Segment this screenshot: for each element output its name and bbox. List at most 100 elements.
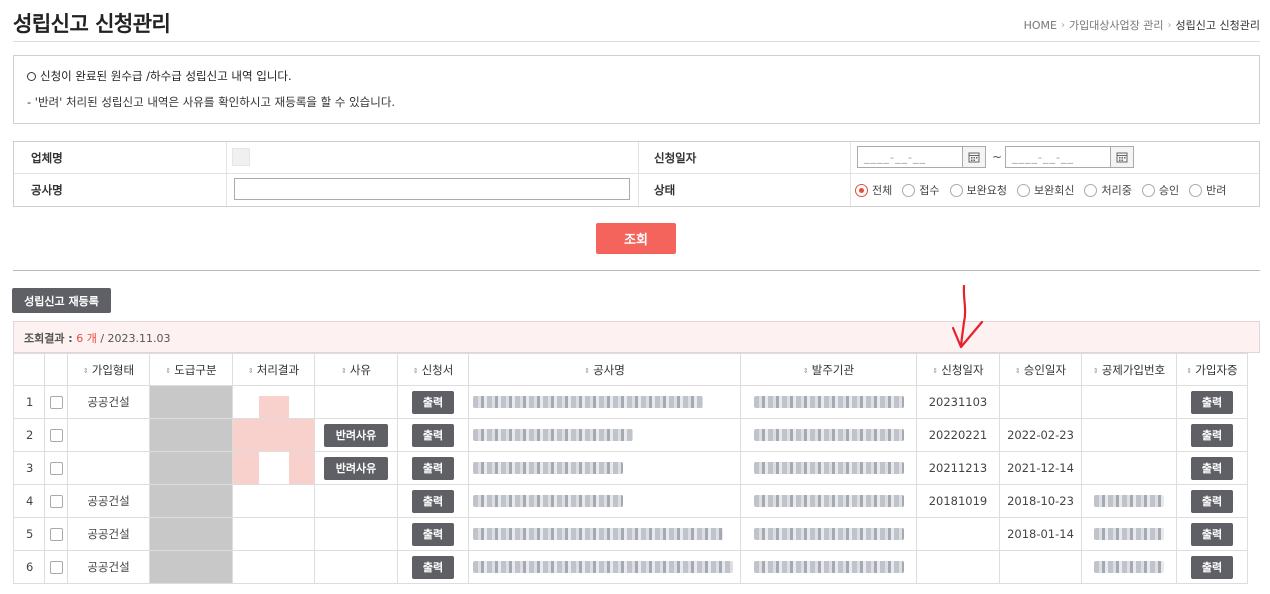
cell-result	[232, 451, 315, 485]
radio-checked-icon	[855, 183, 868, 197]
cell-member-no	[1081, 385, 1177, 419]
cell-no: 2	[13, 418, 45, 452]
cell-client	[740, 550, 917, 584]
cell-certificate[interactable]: 출력	[1176, 550, 1248, 584]
col-header-contract[interactable]: ⇕ 도급구분	[149, 353, 233, 386]
redacted-client-name	[753, 429, 904, 441]
cell-reason	[314, 517, 398, 551]
cell-application[interactable]: 출력	[397, 385, 469, 419]
cell-result	[232, 484, 315, 518]
sort-icon: ⇕	[165, 366, 172, 375]
row-apply-date: 20211213	[928, 461, 988, 475]
status-radio-supplement-request[interactable]: 보완요청	[949, 182, 1007, 198]
col-header-approve-date[interactable]: ⇕ 승인일자	[999, 353, 1082, 386]
print-certificate-button[interactable]: 출력	[1190, 456, 1234, 480]
row-checkbox[interactable]	[49, 561, 63, 574]
cell-check[interactable]	[44, 550, 68, 584]
row-checkbox[interactable]	[49, 495, 63, 508]
col-header-apply-date[interactable]: ⇕ 신청일자	[916, 353, 1000, 386]
search-button[interactable]: 조회	[596, 223, 676, 254]
status-radio-rejected[interactable]: 반려	[1189, 182, 1226, 198]
annotation-arrow-icon	[951, 284, 984, 349]
cell-application[interactable]: 출력	[397, 550, 469, 584]
row-apply-date: 20231103	[928, 395, 988, 409]
cell-client	[740, 484, 917, 518]
print-certificate-button[interactable]: 출력	[1190, 555, 1234, 579]
cell-contract	[149, 550, 233, 584]
cell-certificate[interactable]: 출력	[1176, 484, 1248, 518]
radio-icon	[902, 183, 916, 197]
status-radio-received[interactable]: 접수	[902, 182, 940, 198]
sort-icon: ⇕	[584, 366, 591, 375]
print-certificate-button[interactable]: 출력	[1190, 489, 1234, 513]
cell-apply-date	[916, 550, 1000, 584]
cell-check[interactable]	[44, 418, 68, 452]
status-radio-approved[interactable]: 승인	[1141, 182, 1179, 198]
col-header-application[interactable]: ⇕ 신청서	[397, 353, 469, 386]
row-checkbox[interactable]	[49, 528, 63, 541]
print-certificate-button[interactable]: 출력	[1190, 423, 1234, 447]
cell-reason[interactable]: 반려사유	[314, 451, 398, 485]
row-checkbox[interactable]	[49, 429, 63, 442]
cell-project	[468, 418, 741, 452]
cell-approve-date: 2022-02-23	[999, 418, 1082, 452]
row-checkbox[interactable]	[49, 462, 63, 475]
col-header-project[interactable]: ⇕ 공사명	[468, 353, 741, 386]
print-application-button[interactable]: 출력	[411, 522, 455, 546]
redacted-project-name	[473, 429, 633, 441]
cell-check[interactable]	[44, 451, 68, 485]
company-field[interactable]	[232, 148, 250, 166]
cell-certificate[interactable]: 출력	[1176, 385, 1248, 419]
print-certificate-button[interactable]: 출력	[1190, 390, 1234, 414]
cell-application[interactable]: 출력	[397, 451, 469, 485]
cell-reason[interactable]: 반려사유	[314, 418, 398, 452]
col-header-certificate[interactable]: ⇕ 가입자증	[1176, 353, 1248, 386]
reject-reason-button[interactable]: 반려사유	[323, 456, 389, 480]
col-header-result[interactable]: ⇕ 처리결과	[232, 353, 315, 386]
row-type: 공공건설	[87, 560, 130, 574]
status-radio-supplement-reply[interactable]: 보완회신	[1016, 182, 1074, 198]
col-header-client[interactable]: ⇕ 발주기관	[740, 353, 917, 386]
row-checkbox[interactable]	[49, 396, 63, 409]
print-application-button[interactable]: 출력	[411, 390, 455, 414]
redacted-client-name	[753, 462, 904, 474]
col-header-type[interactable]: ⇕ 가입형태	[67, 353, 150, 386]
cell-certificate[interactable]: 출력	[1176, 451, 1248, 485]
print-application-button[interactable]: 출력	[411, 555, 455, 579]
cell-approve-date: 2021-12-14	[999, 451, 1082, 485]
cell-type: 공공건설	[67, 484, 150, 518]
date-from-input[interactable]: ____-__-__	[857, 146, 963, 168]
cell-check[interactable]	[44, 385, 68, 419]
reregister-button[interactable]: 성립신고 재등록	[12, 288, 111, 313]
cell-client	[740, 418, 917, 452]
print-application-button[interactable]: 출력	[411, 456, 455, 480]
date-to-input[interactable]: ____-__-__	[1005, 146, 1111, 168]
cell-certificate[interactable]: 출력	[1176, 517, 1248, 551]
calendar-to-button[interactable]	[1110, 146, 1134, 168]
cell-application[interactable]: 출력	[397, 418, 469, 452]
breadcrumb-category[interactable]: 가입대상사업장 관리	[1069, 17, 1164, 33]
project-name-input[interactable]	[234, 178, 630, 200]
cell-application[interactable]: 출력	[397, 484, 469, 518]
col-header-member-no[interactable]: ⇕ 공제가입번호	[1081, 353, 1177, 386]
result-date: / 2023.11.03	[100, 332, 171, 345]
reject-reason-button[interactable]: 반려사유	[323, 423, 389, 447]
col-header-check	[44, 353, 68, 386]
cell-certificate[interactable]: 출력	[1176, 418, 1248, 452]
breadcrumb-home[interactable]: HOME	[1024, 19, 1057, 32]
status-label: 상태	[654, 183, 676, 197]
cell-application[interactable]: 출력	[397, 517, 469, 551]
print-application-button[interactable]: 출력	[411, 423, 455, 447]
cell-approve-date	[999, 550, 1082, 584]
cell-no: 6	[13, 550, 45, 584]
status-radio-all[interactable]: 전체	[855, 182, 892, 198]
cell-check[interactable]	[44, 517, 68, 551]
print-application-button[interactable]: 출력	[411, 489, 455, 513]
cell-project	[468, 451, 741, 485]
cell-check[interactable]	[44, 484, 68, 518]
print-certificate-button[interactable]: 출력	[1190, 522, 1234, 546]
status-radio-processing[interactable]: 처리중	[1084, 182, 1132, 198]
col-header-reason[interactable]: ⇕ 사유	[314, 353, 398, 386]
calendar-from-button[interactable]	[962, 146, 986, 168]
cell-type: 공공건설	[67, 517, 150, 551]
